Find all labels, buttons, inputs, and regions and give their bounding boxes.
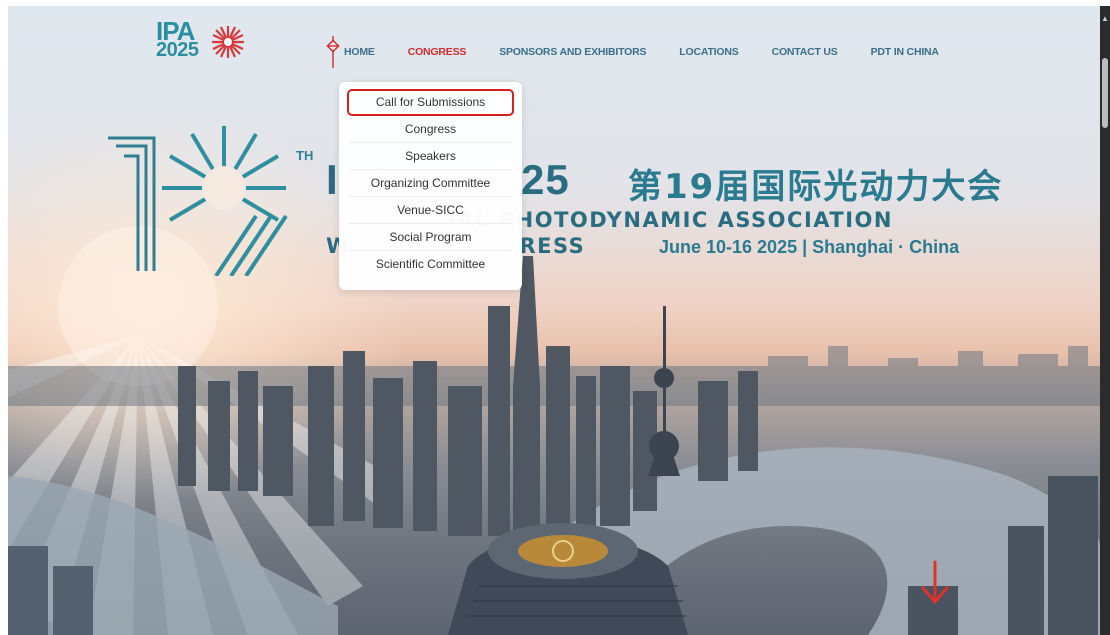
ordinal-suffix: TH xyxy=(296,148,314,163)
nav-home-wrap[interactable]: HOME xyxy=(326,36,375,68)
scroll-up-icon[interactable]: ▲ xyxy=(1101,14,1109,24)
banner-year: 25 xyxy=(521,156,570,203)
nav-sponsors-exhibitors[interactable]: SPONSORS AND EXHIBITORS xyxy=(499,46,646,58)
scrollbar-thumb[interactable] xyxy=(1102,58,1108,128)
congress-dropdown-menu: Call for Submissions Congress Speakers O… xyxy=(339,82,522,290)
banner-congress-text: RESS xyxy=(519,234,586,258)
banner-dates: June 10-16 2025 | Shanghai · China xyxy=(659,237,960,257)
banner-chinese-title: 第19届国际光动力大会 xyxy=(628,167,1004,207)
dropdown-item-congress[interactable]: Congress xyxy=(349,116,512,143)
dropdown-item-speakers[interactable]: Speakers xyxy=(349,143,512,170)
top-navigation: IPA 2025 HOME CONGRESS SPONSORS AND EXHI… xyxy=(8,6,1100,82)
dropdown-item-organizing-committee[interactable]: Organizing Committee xyxy=(349,170,512,197)
chinese-knot-icon xyxy=(326,36,340,68)
nav-congress[interactable]: CONGRESS xyxy=(408,46,467,58)
nav-locations[interactable]: LOCATIONS xyxy=(679,46,738,58)
nav-menu: HOME CONGRESS SPONSORS AND EXHIBITORS LO… xyxy=(326,36,972,68)
dropdown-item-social-program[interactable]: Social Program xyxy=(349,224,512,251)
number-19-graphic xyxy=(108,126,288,276)
nav-contact-us[interactable]: CONTACT US xyxy=(772,46,838,58)
nav-home[interactable]: HOME xyxy=(344,46,375,58)
dropdown-item-call-for-submissions[interactable]: Call for Submissions xyxy=(347,89,514,116)
dropdown-item-scientific-committee[interactable]: Scientific Committee xyxy=(349,251,512,278)
nav-pdt-in-china[interactable]: PDT IN CHINA xyxy=(871,46,939,58)
logo-year: 2025 xyxy=(156,39,199,62)
down-arrow-icon[interactable] xyxy=(920,558,950,606)
dropdown-item-venue-sicc[interactable]: Venue-SICC xyxy=(349,197,512,224)
starburst-icon xyxy=(212,26,244,58)
hero-viewport: TH I 25 第19届国际光动力大会 IAL PHOTODYNAMIC ASS… xyxy=(8,6,1100,635)
browser-left-edge xyxy=(0,0,8,635)
logo-text: IPA 2025 xyxy=(156,18,199,62)
ipa-logo[interactable]: IPA 2025 xyxy=(156,18,266,68)
banner-left-letter: I xyxy=(326,156,338,203)
shanghai-skyline-image xyxy=(8,256,1100,635)
